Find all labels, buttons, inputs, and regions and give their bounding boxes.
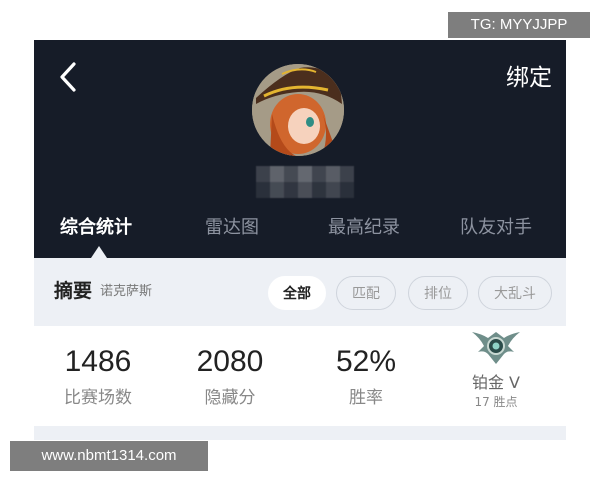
stat-hidden-score-label: 隐藏分 [204,388,256,408]
summary-champion: 诺克萨斯 [100,284,153,299]
stat-winrate-value: 52% [335,345,397,378]
section-divider [34,426,566,440]
rank-wins-label: 17 胜点 [474,395,518,409]
stat-matches-value: 1486 [64,345,132,378]
stat-hidden-score-value: 2080 [196,345,264,378]
summary-title: 摘要 [54,280,93,302]
bind-button[interactable]: 绑定 [506,60,552,96]
username-redacted [256,166,354,198]
filter-ranked[interactable]: 排位 [408,276,468,310]
stat-matches-label: 比赛场数 [64,388,132,408]
rank-tier-label: 铂金 V [471,373,521,392]
tab-overall-stats[interactable]: 综合统计 [60,210,132,246]
tab-best-records[interactable]: 最高纪录 [328,210,400,246]
watermark-url: www.nbmt1314.com [10,441,208,471]
stat-winrate-label: 胜率 [349,388,383,408]
watermark-telegram: TG: MYYJJPP [448,12,590,38]
chevron-left-icon [60,62,76,92]
profile-header: 绑定 综合统计 雷达图 最高纪录 队友对手 [34,40,566,258]
filter-all[interactable]: 全部 [268,276,326,310]
filter-normal[interactable]: 匹配 [336,276,396,310]
avatar [252,64,344,156]
back-button[interactable] [54,58,84,96]
tab-radar-chart[interactable]: 雷达图 [205,210,259,246]
tab-teammates-opponents[interactable]: 队友对手 [460,210,532,246]
summary-bar: 摘要 诺克萨斯 全部 匹配 排位 大乱斗 [34,258,566,326]
filter-aram[interactable]: 大乱斗 [478,276,552,310]
stats-row: 1486 比赛场数 2080 隐藏分 52% 胜率 铂金 V 17 胜点 [34,326,566,426]
tab-bar: 综合统计 雷达图 最高纪录 队友对手 [34,210,566,250]
profile-screen: 绑定 综合统计 雷达图 最高纪录 队友对手 摘要 诺克萨斯 全部 匹配 排位 大… [34,40,566,440]
active-tab-indicator [91,246,107,258]
platinum-rank-emblem-icon [470,328,522,368]
